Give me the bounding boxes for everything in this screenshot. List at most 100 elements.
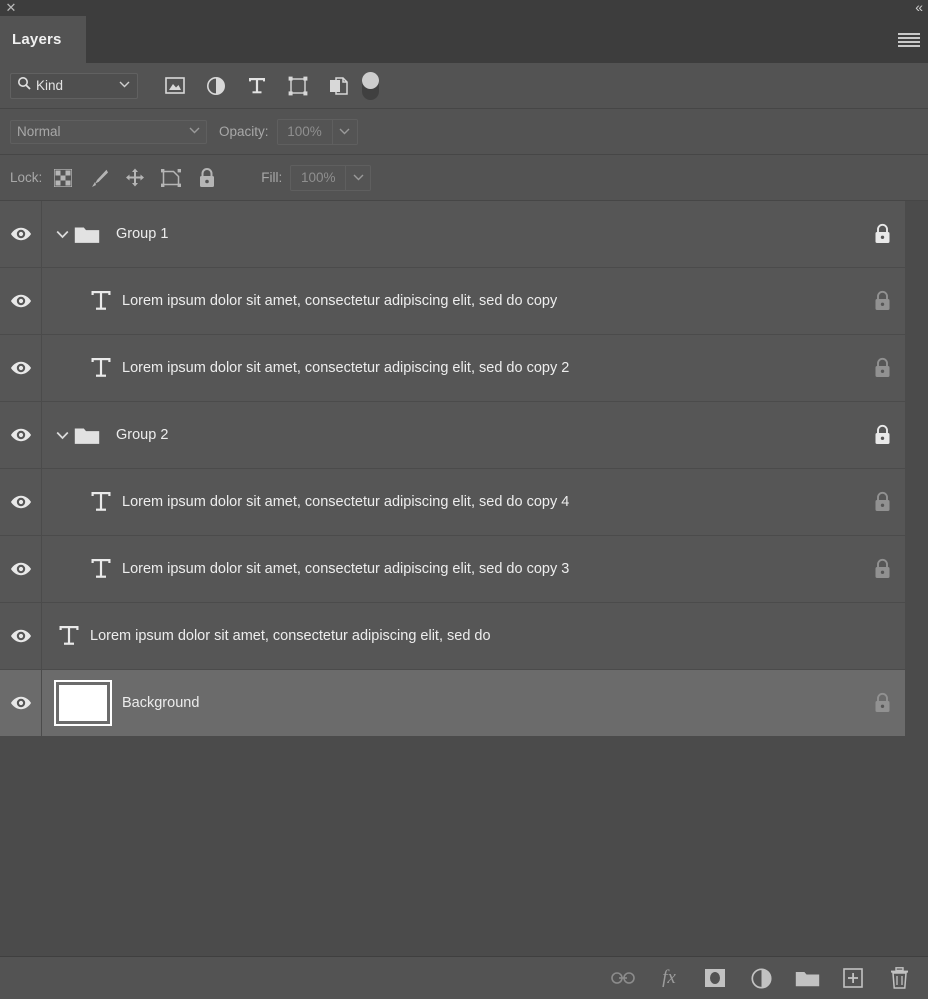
- layer-row[interactable]: Lorem ipsum dolor sit amet, consectetur …: [0, 603, 905, 670]
- layer-name[interactable]: Background: [122, 695, 199, 711]
- fill-label: Fill:: [261, 170, 282, 185]
- layer-name[interactable]: Group 2: [116, 427, 168, 443]
- tab-bar-empty: [86, 16, 928, 63]
- group-folder-icon: [74, 224, 100, 244]
- blend-mode-select[interactable]: Normal: [10, 120, 207, 144]
- layer-row-body: Lorem ipsum dolor sit amet, consectetur …: [42, 536, 859, 602]
- layer-thumbnail[interactable]: [56, 682, 110, 724]
- layer-row-body: Lorem ipsum dolor sit amet, consectetur …: [42, 469, 859, 535]
- layer-row[interactable]: Lorem ipsum dolor sit amet, consectetur …: [0, 469, 905, 536]
- lock-all-icon[interactable]: [195, 166, 219, 190]
- filter-type-icons: [162, 73, 352, 99]
- opacity-stepper-chevron-down-icon[interactable]: [332, 120, 357, 144]
- layer-lock-badge-icon[interactable]: [859, 558, 905, 580]
- layer-row[interactable]: Lorem ipsum dolor sit amet, consectetur …: [0, 268, 905, 335]
- type-layer-icon: [84, 557, 118, 581]
- layers-scrollbar-gutter[interactable]: [905, 201, 928, 956]
- add-layer-mask-icon[interactable]: [702, 965, 728, 991]
- close-icon[interactable]: ✕: [3, 0, 19, 16]
- lock-position-icon[interactable]: [123, 166, 147, 190]
- fill-value[interactable]: 100%: [291, 166, 345, 190]
- layer-lock-badge-icon[interactable]: [859, 223, 905, 245]
- layer-row[interactable]: Group 1: [0, 201, 905, 268]
- layer-name[interactable]: Lorem ipsum dolor sit amet, consectetur …: [122, 494, 569, 510]
- layer-visibility-eye-icon[interactable]: [0, 335, 42, 401]
- layer-visibility-eye-icon[interactable]: [0, 469, 42, 535]
- layer-name[interactable]: Lorem ipsum dolor sit amet, consectetur …: [122, 293, 557, 309]
- layer-lock-badge-icon[interactable]: [859, 692, 905, 714]
- filter-pixel-layers-icon[interactable]: [162, 73, 188, 99]
- lock-transparent-pixels-icon[interactable]: [51, 166, 75, 190]
- group-folder-icon: [74, 425, 100, 445]
- layer-name[interactable]: Lorem ipsum dolor sit amet, consectetur …: [90, 628, 491, 644]
- tab-layers[interactable]: Layers: [0, 16, 86, 63]
- opacity-label: Opacity:: [219, 124, 269, 139]
- group-expand-chevron-down-icon[interactable]: [52, 230, 72, 239]
- opacity-value[interactable]: 100%: [278, 120, 332, 144]
- lock-bar: Lock:: [0, 155, 928, 201]
- chevron-down-icon: [119, 80, 130, 91]
- layer-name[interactable]: Lorem ipsum dolor sit amet, consectetur …: [122, 360, 569, 376]
- panel-top-strip: ✕ «: [0, 0, 928, 16]
- layer-row[interactable]: Background: [0, 670, 905, 737]
- layer-lock-badge-icon[interactable]: [859, 357, 905, 379]
- filter-smart-object-layers-icon[interactable]: [326, 73, 352, 99]
- layer-row[interactable]: Lorem ipsum dolor sit amet, consectetur …: [0, 536, 905, 603]
- layer-row-body: Background: [42, 670, 859, 736]
- lock-nesting-icon[interactable]: [159, 166, 183, 190]
- new-adjustment-layer-icon[interactable]: [748, 965, 774, 991]
- lock-label: Lock:: [10, 170, 42, 185]
- layer-visibility-eye-icon[interactable]: [0, 670, 42, 736]
- filter-shape-layers-icon[interactable]: [285, 73, 311, 99]
- chevron-down-icon: [189, 126, 200, 137]
- layer-row-body: Lorem ipsum dolor sit amet, consectetur …: [42, 335, 859, 401]
- lock-image-pixels-icon[interactable]: [87, 166, 111, 190]
- layers-list: Group 1 Lorem ipsum dolor sit amet, conse…: [0, 201, 905, 737]
- filter-enable-toggle[interactable]: [362, 72, 379, 100]
- new-group-icon[interactable]: [794, 965, 820, 991]
- filter-bar: Kind: [0, 63, 928, 109]
- link-layers-icon[interactable]: [610, 965, 636, 991]
- collapse-panel-icon[interactable]: «: [915, 0, 922, 15]
- tab-layers-label: Layers: [12, 31, 62, 48]
- blend-mode-value: Normal: [17, 124, 61, 139]
- layer-row[interactable]: Group 2: [0, 402, 905, 469]
- layer-style-fx-icon[interactable]: fx: [656, 965, 682, 991]
- layer-lock-badge-icon[interactable]: [859, 424, 905, 446]
- layer-lock-badge-icon[interactable]: [859, 491, 905, 513]
- filter-adjustment-layers-icon[interactable]: [203, 73, 229, 99]
- layer-visibility-eye-icon[interactable]: [0, 402, 42, 468]
- layer-name[interactable]: Lorem ipsum dolor sit amet, consectetur …: [122, 561, 569, 577]
- group-expand-chevron-down-icon[interactable]: [52, 431, 72, 440]
- opacity-field[interactable]: 100%: [277, 119, 358, 145]
- layer-name[interactable]: Group 1: [116, 226, 168, 242]
- new-layer-icon[interactable]: [840, 965, 866, 991]
- layer-visibility-eye-icon[interactable]: [0, 603, 42, 669]
- layer-visibility-eye-icon[interactable]: [0, 201, 42, 267]
- filter-type-layers-icon[interactable]: [244, 73, 270, 99]
- delete-layer-icon[interactable]: [886, 965, 912, 991]
- type-layer-icon: [84, 289, 118, 313]
- type-layer-icon: [84, 490, 118, 514]
- panel-menu-icon[interactable]: [898, 32, 920, 48]
- layers-list-area: Group 1 Lorem ipsum dolor sit amet, conse…: [0, 201, 928, 956]
- layer-row-body: Lorem ipsum dolor sit amet, consectetur …: [42, 268, 859, 334]
- fx-glyph: fx: [662, 967, 676, 989]
- layer-visibility-eye-icon[interactable]: [0, 536, 42, 602]
- filter-kind-select[interactable]: Kind: [10, 73, 138, 99]
- layer-row-body: Group 2: [42, 402, 859, 468]
- layer-visibility-eye-icon[interactable]: [0, 268, 42, 334]
- layer-row[interactable]: Lorem ipsum dolor sit amet, consectetur …: [0, 335, 905, 402]
- fill-stepper-chevron-down-icon[interactable]: [345, 166, 370, 190]
- layer-lock-badge-icon[interactable]: [859, 290, 905, 312]
- fill-field[interactable]: 100%: [290, 165, 371, 191]
- type-layer-icon: [52, 624, 86, 648]
- search-icon: [17, 76, 31, 95]
- lock-icon-group: [51, 166, 219, 190]
- layers-bottom-toolbar: fx: [0, 956, 928, 999]
- filter-kind-label: Kind: [36, 78, 63, 93]
- layer-row-body: Lorem ipsum dolor sit amet, consectetur …: [42, 603, 859, 669]
- panel-tab-bar: Layers: [0, 16, 928, 63]
- layers-panel: ✕ « Layers Kind: [0, 0, 928, 999]
- type-layer-icon: [84, 356, 118, 380]
